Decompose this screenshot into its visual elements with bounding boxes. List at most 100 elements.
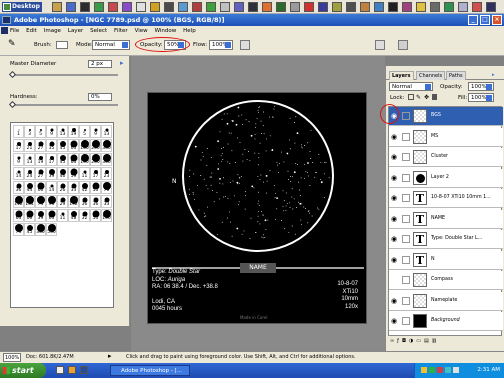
brush-preset-59[interactable]: 48 [68, 209, 79, 222]
hardness-slider[interactable] [10, 104, 118, 106]
brush-preset-14[interactable]: 65 [68, 139, 79, 152]
brush-preset-64[interactable]: 45 [24, 223, 35, 236]
visibility-eye-icon[interactable]: ◉ [391, 317, 399, 325]
quicklaunch-icon-32[interactable] [486, 2, 496, 12]
brush-preset-53[interactable]: 33 [101, 195, 112, 208]
quicklaunch-icon-27[interactable] [416, 2, 426, 12]
brush-preset-58[interactable]: 11 [57, 209, 68, 222]
quicklaunch-icon-22[interactable] [346, 2, 356, 12]
trash-icon[interactable]: ▥ [432, 338, 440, 344]
tab-layers[interactable]: Layers [389, 71, 414, 80]
quicklaunch-icon-5[interactable] [108, 2, 118, 12]
layer-row-10[interactable]: ◉ Background [389, 312, 503, 331]
lock-position-icon[interactable]: ✥ [424, 94, 429, 101]
brush-preset-24[interactable]: 100 [79, 153, 90, 166]
menu-window[interactable]: Window [155, 28, 177, 34]
quicklaunch-icon-4[interactable] [94, 2, 104, 12]
brush-preset-25[interactable]: 200 [90, 153, 101, 166]
brush-preset-56[interactable]: 39 [35, 209, 46, 222]
brush-preset-6[interactable]: 5 [79, 125, 90, 138]
brush-preset-7[interactable]: 9 [90, 125, 101, 138]
quicklaunch-icon-15[interactable] [248, 2, 258, 12]
quicklaunch-icon-18[interactable] [290, 2, 300, 12]
lock-all-icon[interactable] [432, 94, 437, 100]
quicklaunch-icon-14[interactable] [234, 2, 244, 12]
brush-preset-17[interactable]: 300 [101, 139, 112, 152]
brush-preset-42[interactable]: 42 [79, 181, 90, 194]
quicklaunch-icon-26[interactable] [402, 2, 412, 12]
brush-preset-40[interactable]: 26 [57, 181, 68, 194]
flow-field[interactable]: 100% [209, 40, 233, 50]
layer-opacity-field[interactable]: 100% [468, 82, 494, 91]
link-box[interactable] [402, 214, 410, 223]
brush-preset-39[interactable]: 14 [46, 181, 57, 194]
brush-preset-3[interactable]: 9 [46, 125, 57, 138]
quicklaunch-photoshop-icon[interactable] [80, 366, 88, 374]
tray-icon-4[interactable] [445, 367, 451, 373]
visibility-eye-icon[interactable]: ◉ [391, 256, 399, 264]
link-box[interactable] [402, 132, 410, 141]
brush-preset-33[interactable]: 11 [79, 167, 90, 180]
brush-preset-2[interactable]: 5 [35, 125, 46, 138]
panel-menu-icon[interactable]: ▸ [120, 59, 124, 67]
brush-preset-34[interactable]: 17 [90, 167, 101, 180]
brush-preset-52[interactable]: 36 [90, 195, 101, 208]
mask-icon[interactable]: ◘ [402, 338, 409, 344]
quicklaunch-icon-21[interactable] [332, 2, 342, 12]
link-box[interactable] [402, 317, 410, 325]
quicklaunch-icon-11[interactable] [192, 2, 202, 12]
app-menu-icon[interactable] [1, 27, 8, 34]
brush-preset-21[interactable]: 17 [46, 153, 57, 166]
lock-transparency-icon[interactable] [408, 94, 414, 100]
brush-preset-16[interactable]: 200 [90, 139, 101, 152]
desktop-button[interactable]: Desktop [2, 2, 42, 12]
quicklaunch-icon-31[interactable] [472, 2, 482, 12]
quicklaunch-icon-8[interactable] [150, 2, 160, 12]
brush-preset-9[interactable]: 17 [13, 139, 24, 152]
status-menu-arrow-icon[interactable]: ▸ [108, 351, 112, 362]
menu-filter[interactable]: Filter [114, 28, 128, 34]
brush-preset-13[interactable]: 45 [57, 139, 68, 152]
menu-image[interactable]: Image [44, 28, 61, 34]
link-box[interactable] [402, 296, 410, 305]
brush-preset-27[interactable]: 14 [13, 167, 24, 180]
blend-mode-select[interactable]: Normal [389, 82, 433, 91]
visibility-eye-icon[interactable]: ◉ [391, 297, 399, 305]
visibility-eye-icon[interactable]: ◉ [391, 215, 399, 223]
brush-preset-19[interactable]: 13 [24, 153, 35, 166]
brush-preset-0[interactable]: 1 [13, 125, 24, 138]
quicklaunch-icon-9[interactable] [164, 2, 174, 12]
visibility-eye-icon[interactable]: ◉ [391, 153, 399, 161]
visibility-eye-icon[interactable]: ◉ [391, 133, 399, 141]
menu-edit[interactable]: Edit [26, 28, 37, 34]
brush-preset-62[interactable]: 100 [101, 209, 112, 222]
layer-row-4[interactable]: ◉ T 10-8-07 XTi10 10mm 1... [389, 189, 503, 208]
brush-preset-51[interactable]: 36 [79, 195, 90, 208]
brush-preset-32[interactable]: 59 [68, 167, 79, 180]
quicklaunch-icon-6[interactable] [122, 2, 132, 12]
brush-preset-29[interactable]: 27 [35, 167, 46, 180]
visibility-eye-icon[interactable]: ◉ [391, 174, 399, 182]
master-diameter-field[interactable]: 2 px [88, 60, 112, 68]
brush-preset-5[interactable]: 19 [68, 125, 79, 138]
brush-preset-66[interactable]: 500 [46, 223, 57, 236]
tab-channels[interactable]: Channels [416, 71, 446, 80]
menu-layer[interactable]: Layer [68, 28, 83, 34]
new-layer-icon[interactable]: ▤ [424, 338, 432, 344]
quicklaunch-ie-icon[interactable] [56, 366, 64, 374]
brush-preset-31[interactable]: 46 [57, 167, 68, 180]
maximize-button[interactable]: □ [480, 15, 490, 25]
layer-row-1[interactable]: ◉ MS [389, 127, 503, 147]
panel-menu-icon[interactable]: ▸ [490, 71, 497, 80]
tray-icon-5[interactable] [453, 367, 459, 373]
mode-select[interactable]: Normal [92, 40, 130, 50]
master-diameter-slider[interactable] [10, 74, 118, 76]
brush-preset-48[interactable]: 95 [46, 195, 57, 208]
brush-preset-4[interactable]: 13 [57, 125, 68, 138]
visibility-eye-icon[interactable] [391, 276, 399, 284]
brush-preset-47[interactable]: 74 [35, 195, 46, 208]
brush-preset-picker[interactable] [56, 41, 68, 49]
brush-preset-35[interactable]: 23 [101, 167, 112, 180]
brush-preset-45[interactable]: 112 [13, 195, 24, 208]
brush-preset-37[interactable]: 44 [24, 181, 35, 194]
